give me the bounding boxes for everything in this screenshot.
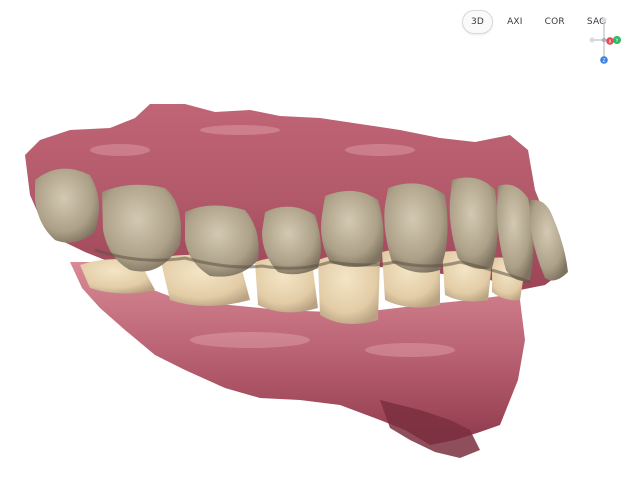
- orientation-gizmo[interactable]: X Y Z: [584, 16, 628, 68]
- tab-axial[interactable]: AXI: [499, 11, 531, 33]
- 3d-viewer[interactable]: 3D AXI COR SAG X Y Z: [0, 0, 640, 480]
- gizmo-y-label: Y: [615, 38, 619, 44]
- tab-3d[interactable]: 3D: [462, 10, 494, 34]
- tab-coronal[interactable]: COR: [537, 11, 573, 33]
- dental-scan-model[interactable]: [0, 0, 640, 480]
- gizmo-z-label: Z: [602, 58, 605, 64]
- gizmo-x-label: X: [608, 39, 611, 45]
- gizmo-center: [601, 37, 607, 43]
- gizmo-top-handle: [601, 17, 607, 23]
- gizmo-left-handle: [589, 37, 595, 43]
